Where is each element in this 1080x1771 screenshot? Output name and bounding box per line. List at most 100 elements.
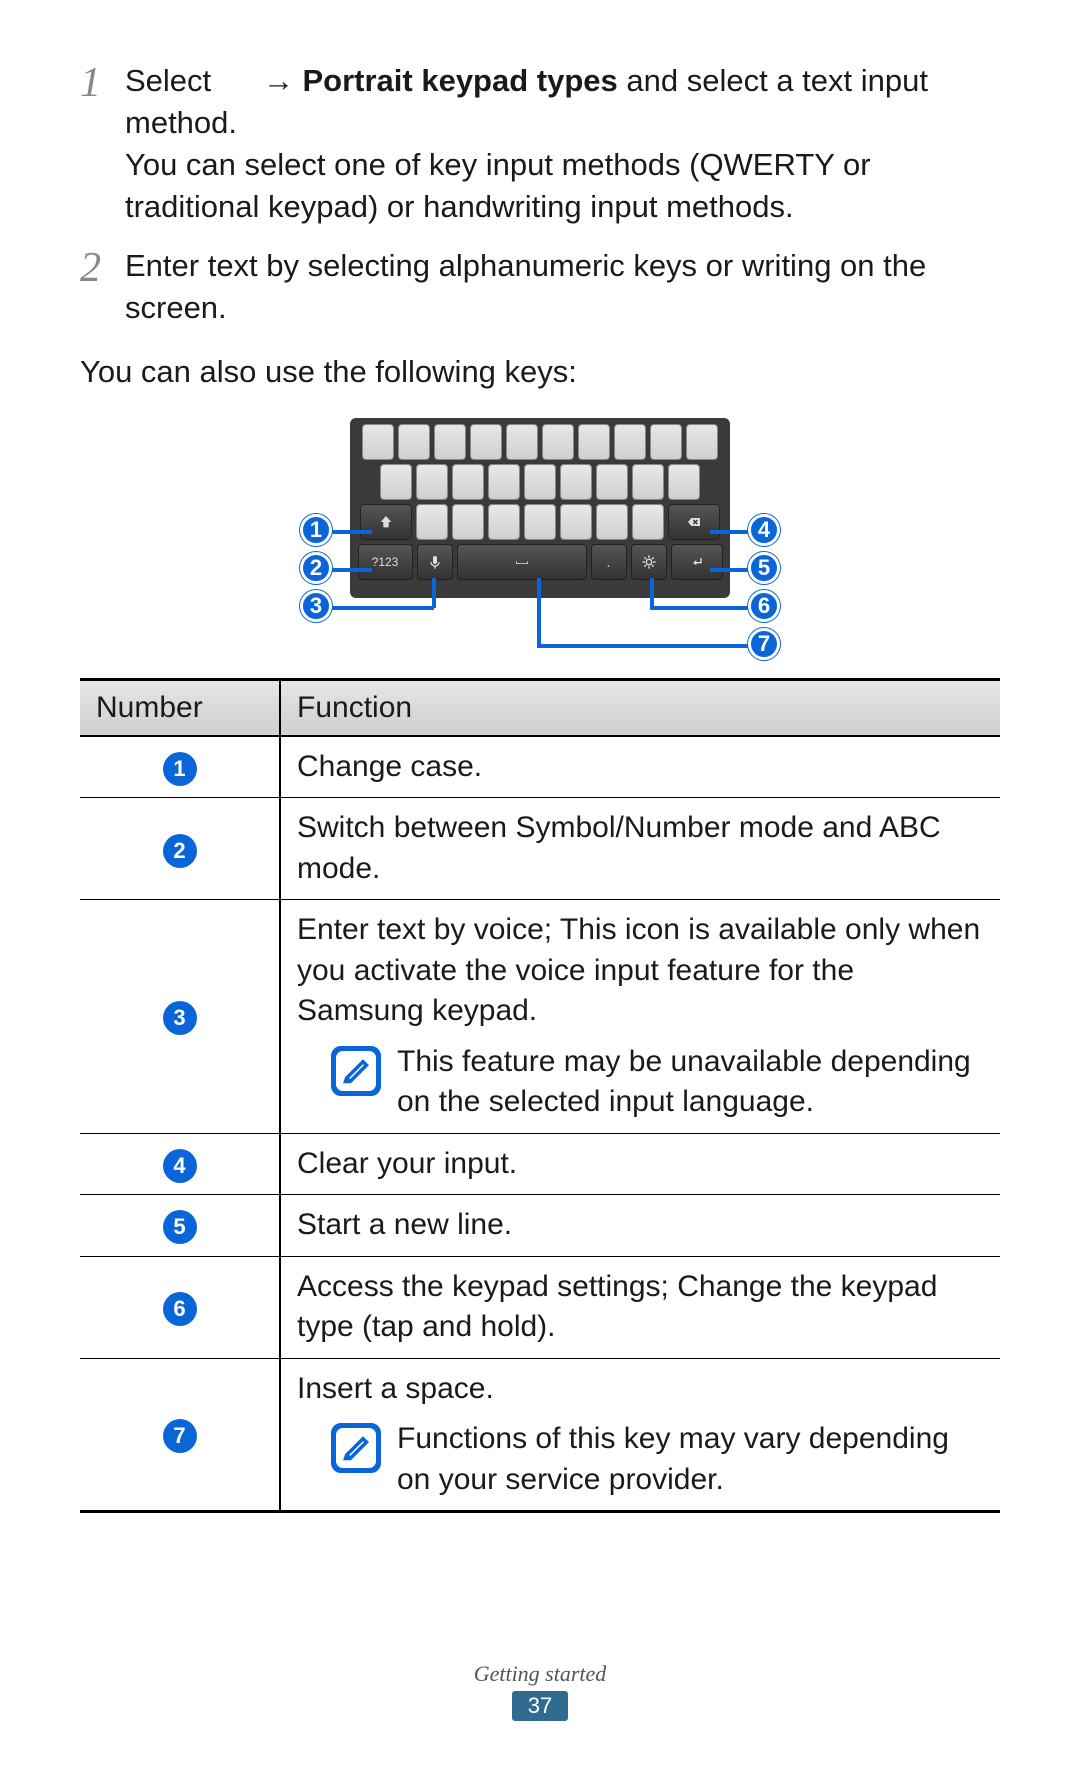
- page-footer: Getting started 37: [0, 1661, 1080, 1721]
- connector: [537, 578, 541, 648]
- row-text: Start a new line.: [280, 1195, 1000, 1257]
- mic-key: [417, 544, 453, 580]
- enter-key: [671, 544, 723, 580]
- key-blank: [488, 464, 520, 500]
- header-number: Number: [80, 679, 280, 736]
- key-blank: [488, 504, 520, 540]
- gear-key: [631, 544, 667, 580]
- row-text: Enter text by voice; This icon is availa…: [297, 913, 980, 1027]
- key-blank: [452, 504, 484, 540]
- table-header-row: Number Function: [80, 679, 1000, 736]
- row-badge-7: 7: [163, 1419, 197, 1453]
- intro-line: You can also use the following keys:: [80, 351, 1000, 393]
- table-row: 7 Insert a space. Functions of this key …: [80, 1358, 1000, 1512]
- callout-badge-7: 7: [748, 628, 780, 660]
- key-blank: [614, 424, 646, 460]
- row-text: Change case.: [280, 736, 1000, 798]
- connector: [432, 578, 436, 608]
- shift-key: [360, 504, 412, 540]
- row-text: Access the keypad settings; Change the k…: [280, 1256, 1000, 1358]
- step-1: 1 Select → Portrait keypad types and sel…: [80, 60, 1000, 227]
- note-block: Functions of this key may vary depending…: [331, 1419, 984, 1500]
- page-number: 37: [512, 1691, 568, 1721]
- key-blank: [470, 424, 502, 460]
- note-text: Functions of this key may vary depending…: [397, 1419, 984, 1500]
- key-blank: [380, 464, 412, 500]
- function-table: Number Function 1 Change case. 2 Switch …: [80, 678, 1000, 1514]
- callout-badge-6: 6: [748, 590, 780, 622]
- key-blank: [596, 464, 628, 500]
- step-body: Enter text by selecting alphanumeric key…: [125, 245, 1000, 329]
- key-blank: [578, 424, 610, 460]
- table-row: 3 Enter text by voice; This icon is avai…: [80, 900, 1000, 1134]
- row-text: Insert a space.: [297, 1372, 494, 1405]
- table-row: 4 Clear your input.: [80, 1133, 1000, 1195]
- row-cell: Insert a space. Functions of this key ma…: [280, 1358, 1000, 1512]
- connector: [710, 568, 750, 572]
- key-blank: [524, 504, 556, 540]
- row-text: Switch between Symbol/Number mode and AB…: [280, 798, 1000, 900]
- space-key: [457, 544, 587, 580]
- note-block: This feature may be unavailable dependin…: [331, 1042, 984, 1123]
- callout-badge-3: 3: [300, 590, 332, 622]
- section-name: Getting started: [0, 1661, 1080, 1687]
- connector: [537, 644, 750, 648]
- key-blank: [560, 464, 592, 500]
- key-blank: [416, 504, 448, 540]
- step-detail: You can select one of key input methods …: [125, 147, 871, 224]
- row-badge-5: 5: [163, 1210, 197, 1244]
- table-row: 2 Switch between Symbol/Number mode and …: [80, 798, 1000, 900]
- step-bold: Portrait keypad types: [302, 63, 617, 98]
- table-row: 6 Access the keypad settings; Change the…: [80, 1256, 1000, 1358]
- connector: [332, 530, 372, 534]
- connector: [650, 606, 750, 610]
- key-blank: [362, 424, 394, 460]
- callout-badge-2: 2: [300, 552, 332, 584]
- row-badge-4: 4: [163, 1149, 197, 1183]
- key-blank: [632, 464, 664, 500]
- table-row: 5 Start a new line.: [80, 1195, 1000, 1257]
- key-blank: [686, 424, 718, 460]
- step-number: 1: [80, 60, 125, 227]
- connector: [710, 530, 750, 534]
- period-key: .: [591, 544, 627, 580]
- callout-badge-4: 4: [748, 514, 780, 546]
- row-badge-3: 3: [163, 1001, 197, 1035]
- key-blank: [632, 504, 664, 540]
- key-blank: [650, 424, 682, 460]
- manual-page: 1 Select → Portrait keypad types and sel…: [0, 0, 1080, 1771]
- symbol-key: ?123: [358, 544, 413, 580]
- keyboard-figure: 1 2 3 4 5 6 7: [200, 418, 880, 648]
- keyboard: ?123 .: [350, 418, 730, 598]
- callout-badge-1: 1: [300, 514, 332, 546]
- row-cell: Enter text by voice; This icon is availa…: [280, 900, 1000, 1134]
- key-blank: [596, 504, 628, 540]
- callout-badge-5: 5: [748, 552, 780, 584]
- note-text: This feature may be unavailable dependin…: [397, 1042, 984, 1123]
- key-blank: [398, 424, 430, 460]
- connector: [332, 568, 372, 572]
- row-text: Clear your input.: [280, 1133, 1000, 1195]
- note-icon: [331, 1423, 381, 1473]
- connector: [650, 578, 654, 608]
- table-row: 1 Change case.: [80, 736, 1000, 798]
- key-blank: [668, 464, 700, 500]
- arrow-icon: →: [263, 63, 303, 98]
- row-badge-6: 6: [163, 1292, 197, 1326]
- note-icon: [331, 1046, 381, 1096]
- step-prefix: Select: [125, 63, 220, 98]
- row-badge-2: 2: [163, 834, 197, 868]
- step-number: 2: [80, 245, 125, 329]
- key-blank: [560, 504, 592, 540]
- step-2: 2 Enter text by selecting alphanumeric k…: [80, 245, 1000, 329]
- key-blank: [542, 424, 574, 460]
- step-body: Select → Portrait keypad types and selec…: [125, 60, 1000, 227]
- header-function: Function: [280, 679, 1000, 736]
- key-blank: [506, 424, 538, 460]
- key-blank: [452, 464, 484, 500]
- connector: [332, 606, 434, 610]
- backspace-key: [668, 504, 720, 540]
- row-badge-1: 1: [163, 752, 197, 786]
- key-blank: [524, 464, 556, 500]
- key-blank: [416, 464, 448, 500]
